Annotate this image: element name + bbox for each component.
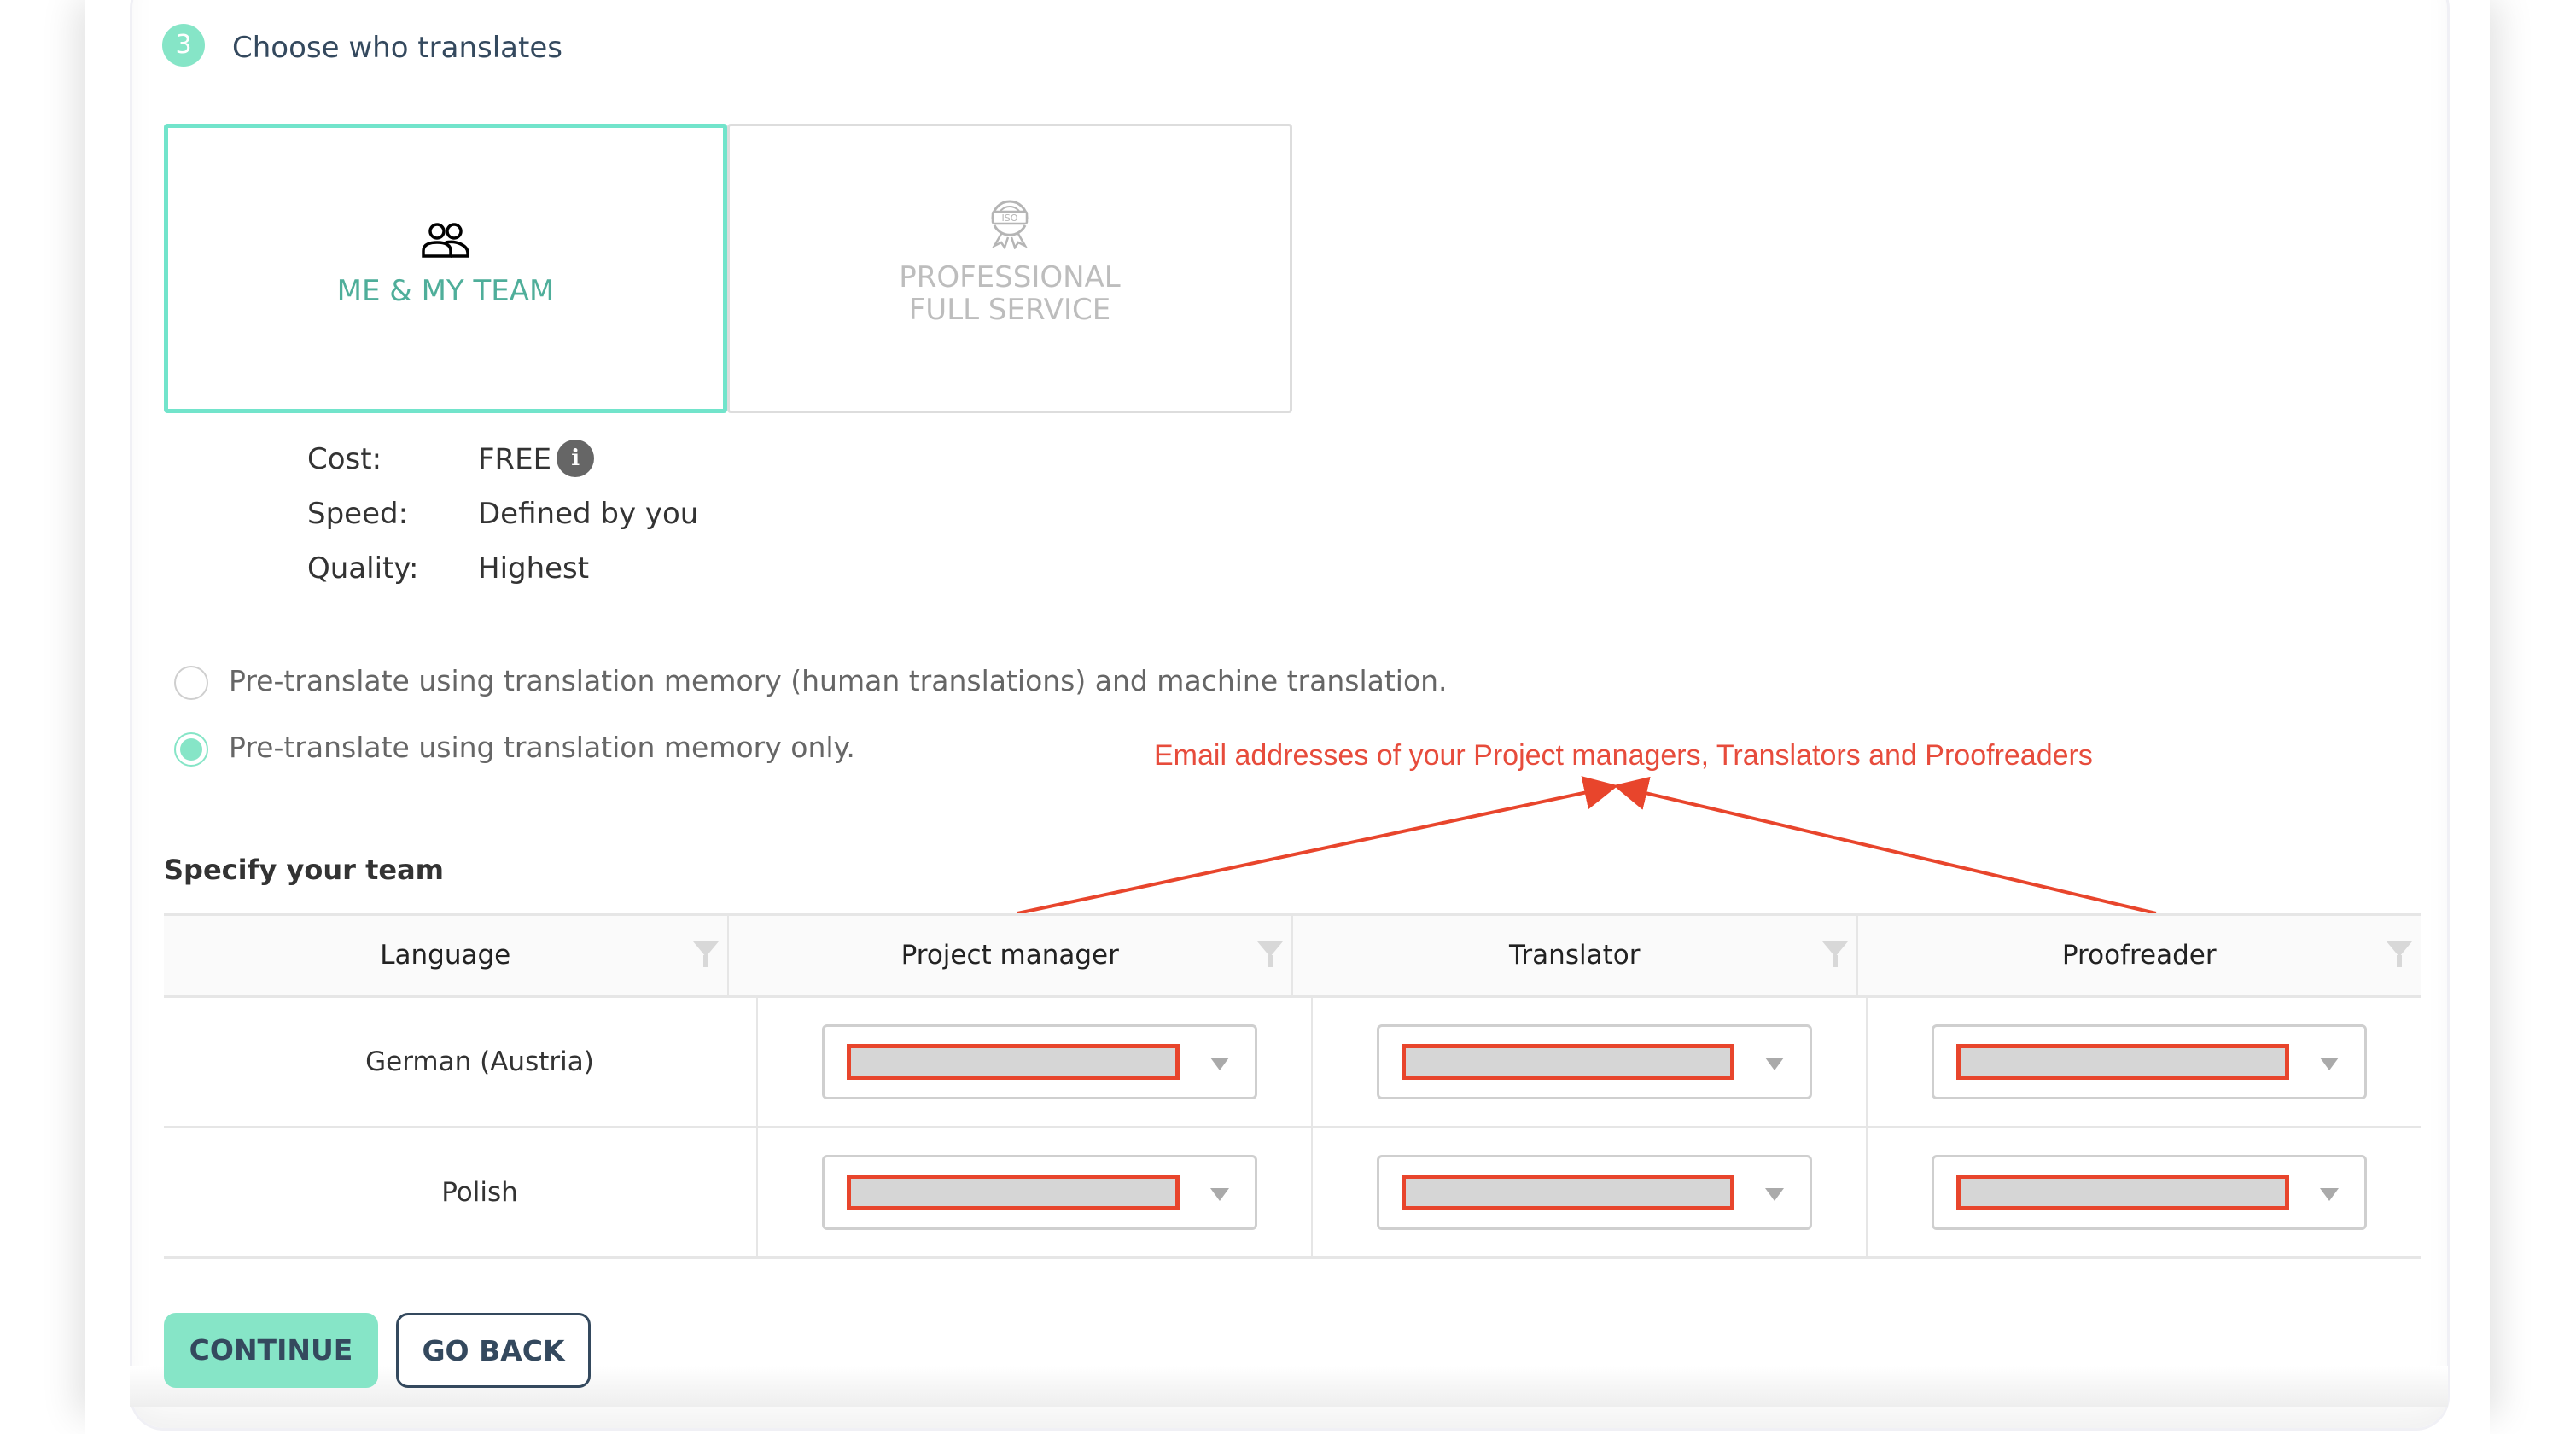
project-manager-cell	[758, 1128, 1313, 1256]
translator-cell	[1313, 1128, 1868, 1256]
translator-cell	[1313, 998, 1868, 1126]
table-row: German (Austria)	[164, 998, 2421, 1128]
team-icon	[168, 222, 723, 263]
redacted-email	[1956, 1044, 2289, 1080]
redacted-email	[1402, 1175, 1734, 1210]
speed-value: Defined by you	[478, 497, 699, 531]
go-back-button[interactable]: GO BACK	[396, 1313, 591, 1388]
translator-select[interactable]	[1377, 1024, 1812, 1099]
radio-button[interactable]	[174, 666, 208, 700]
column-title: Translator	[1509, 940, 1641, 971]
quality-label: Quality:	[307, 551, 419, 586]
option-professional-full-service[interactable]: ISO PROFESSIONAL FULL SERVICE	[727, 124, 1292, 413]
chevron-down-icon	[2320, 1188, 2339, 1201]
cost-value-wrap: FREE i	[478, 440, 595, 480]
option-label-line1: PROFESSIONAL	[899, 260, 1121, 294]
column-title: Proofreader	[2061, 940, 2217, 971]
proofreader-select[interactable]	[1932, 1024, 2367, 1099]
option-label-line2: FULL SERVICE	[908, 293, 1111, 327]
radio-label: Pre-translate using translation memory (…	[229, 664, 1448, 697]
specify-team-title: Specify your team	[164, 854, 444, 886]
radio-button-checked[interactable]	[174, 732, 208, 767]
quality-value: Highest	[478, 551, 590, 586]
proofreader-cell	[1868, 1128, 2421, 1256]
filter-icon[interactable]	[2387, 941, 2412, 967]
iso-badge-icon: ISO	[730, 195, 1290, 253]
continue-button[interactable]: CONTINUE	[164, 1313, 378, 1388]
option-label: PROFESSIONAL FULL SERVICE	[730, 261, 1290, 326]
proofreader-select[interactable]	[1932, 1155, 2367, 1230]
annotation-text: Email addresses of your Project managers…	[1154, 739, 2093, 772]
project-manager-select[interactable]	[822, 1155, 1257, 1230]
redacted-email	[847, 1044, 1180, 1080]
project-manager-select[interactable]	[822, 1024, 1257, 1099]
project-manager-cell	[758, 998, 1313, 1126]
table-row: Polish	[164, 1128, 2421, 1259]
svg-text:ISO: ISO	[1002, 213, 1018, 224]
speed-label: Speed:	[307, 497, 409, 531]
column-header-translator: Translator	[1293, 916, 1858, 995]
cost-label: Cost:	[307, 442, 382, 476]
chevron-down-icon	[2320, 1058, 2339, 1070]
step-title: Choose who translates	[232, 31, 562, 65]
column-title: Language	[380, 940, 511, 971]
column-title: Project manager	[900, 940, 1119, 971]
cost-value: FREE	[478, 442, 552, 477]
filter-icon[interactable]	[1821, 941, 1848, 967]
column-header-proofreader: Proofreader	[1858, 916, 2422, 995]
info-icon[interactable]: i	[557, 440, 595, 477]
column-header-project-manager: Project manager	[729, 916, 1293, 995]
redacted-email	[1956, 1175, 2289, 1210]
radio-label: Pre-translate using translation memory o…	[229, 731, 855, 764]
language-cell: Polish	[164, 1128, 758, 1256]
option-me-and-my-team[interactable]: ME & MY TEAM	[164, 124, 727, 413]
column-header-language: Language	[164, 916, 729, 995]
proofreader-cell	[1868, 998, 2421, 1126]
chevron-down-icon	[1765, 1188, 1784, 1201]
table-header: Language Project manager Translator Proo…	[164, 916, 2421, 998]
chevron-down-icon	[1765, 1058, 1784, 1070]
filter-icon[interactable]	[692, 941, 719, 967]
chevron-down-icon	[1210, 1058, 1229, 1070]
redacted-email	[1402, 1044, 1734, 1080]
filter-icon[interactable]	[1257, 941, 1283, 967]
redacted-email	[847, 1175, 1180, 1210]
translator-select[interactable]	[1377, 1155, 1812, 1230]
option-label: ME & MY TEAM	[336, 274, 555, 308]
chevron-down-icon	[1210, 1188, 1229, 1201]
step-number-badge: 3	[162, 24, 205, 67]
language-cell: German (Austria)	[164, 998, 758, 1126]
team-table: Language Project manager Translator Proo…	[164, 913, 2421, 1259]
